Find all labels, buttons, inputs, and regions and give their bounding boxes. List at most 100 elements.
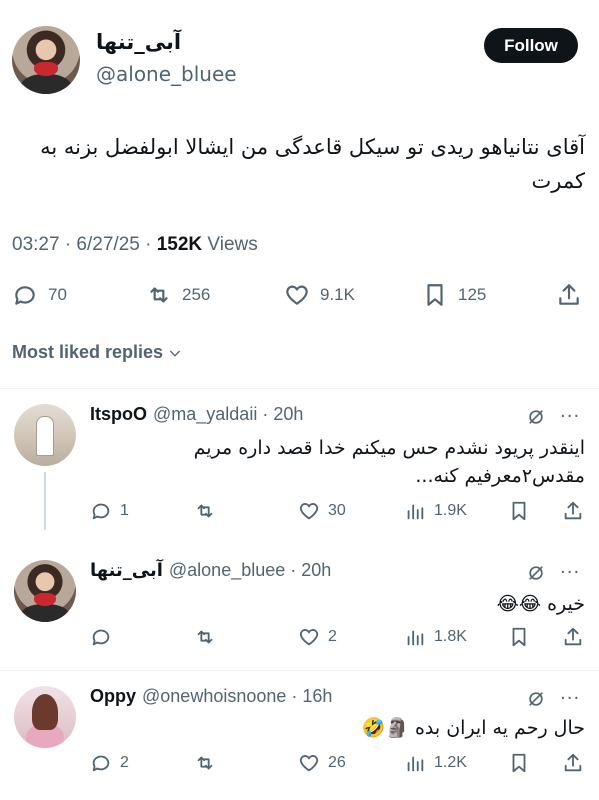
reply-text: حال رحم یه ایران بده 🗿🤣 [361,717,585,739]
retweet-button[interactable]: 256 [146,282,210,308]
heart-icon [299,629,319,646]
share-icon [564,627,582,646]
share-button[interactable] [562,752,584,774]
reply-count: 1 [120,502,129,519]
reply-item[interactable]: Oppy @onewhoisnoone · 16h ··· حال رحم یه… [0,670,599,800]
like-button[interactable]: 26 [298,752,346,774]
share-icon [564,501,582,520]
reply-icon [92,755,110,772]
reply-header: Oppy @onewhoisnoone · 16h [90,686,332,707]
views-chart-icon [407,504,424,520]
retweet-icon [197,504,213,518]
reply-author-name[interactable]: Oppy [90,686,136,707]
tweet-text: آقای نتانیاهو ریدی تو سیکل قاعدگی من ایش… [40,135,585,193]
reply-actions: 2 26 1.2K [0,752,599,782]
like-count: 2 [328,628,337,645]
author-avatar[interactable] [12,26,80,94]
reply-author-handle[interactable]: @onewhoisnoone · 16h [142,686,332,707]
grok-icon[interactable] [526,407,546,427]
reply-button[interactable]: 2 [90,752,129,774]
avatar[interactable] [14,686,76,748]
reply-top-icons: ··· [526,406,580,427]
follow-button[interactable]: Follow [484,28,578,63]
reply-icon [92,503,110,520]
heart-icon [286,285,308,305]
like-button[interactable]: 30 [298,500,346,522]
bookmark-icon [427,284,443,306]
share-icon [559,284,579,305]
retweet-icon [150,287,168,303]
reply-icon [92,629,110,646]
tweet-meta: 03:27 · 6/27/25 · 152K Views [12,234,258,256]
share-button[interactable] [556,282,582,308]
more-icon[interactable]: ··· [560,562,580,583]
like-button[interactable]: 9.1K [284,282,355,308]
more-icon[interactable]: ··· [560,406,580,427]
retweet-count: 256 [182,285,211,304]
author-handle[interactable]: @alone_bluee [96,62,237,86]
reply-header: ItspoO @ma_yaldaii · 20h [90,404,303,425]
avatar[interactable] [14,560,76,622]
reply-author-handle[interactable]: @alone_bluee · 20h [169,560,331,581]
reply-button[interactable] [90,626,112,648]
bookmark-count: 125 [458,285,487,304]
bookmark-button[interactable] [508,752,530,774]
reply-count: 2 [120,754,129,771]
share-button[interactable] [562,500,584,522]
grok-icon[interactable] [526,689,546,709]
views-button[interactable]: 1.2K [404,752,467,774]
views-label: Views [202,234,258,255]
reply-count: 70 [48,285,67,304]
share-icon [564,753,582,772]
chevron-down-icon [169,350,181,357]
share-button[interactable] [562,626,584,648]
tweet-actions: 70 256 9.1K 125 [0,278,599,314]
views-count: 152K [156,234,203,255]
views-count: 1.8K [434,628,467,645]
reply-actions: 2 1.8K [0,626,599,656]
bookmark-button[interactable] [508,626,530,648]
views-button[interactable]: 1.9K [404,500,467,522]
retweet-icon [197,756,213,770]
reply-top-icons: ··· [526,688,580,709]
bookmark-icon [512,627,526,647]
reply-header: آبی_تنها @alone_bluee · 20h [90,560,331,581]
retweet-button[interactable] [194,626,216,648]
reply-author-handle[interactable]: @ma_yaldaii · 20h [153,404,303,425]
bookmark-button[interactable] [508,500,530,522]
views-count: 1.9K [434,502,467,519]
reply-author-name[interactable]: آبی_تنها [90,560,163,581]
more-icon[interactable]: ··· [560,688,580,709]
replies-sort-dropdown[interactable]: Most liked replies [12,342,183,363]
reply-actions: 1 30 1.9K [0,500,599,530]
bookmark-icon [512,501,526,521]
reply-icon [15,286,35,305]
heart-icon [299,755,319,772]
like-count: 26 [328,754,346,771]
bookmark-icon [512,753,526,773]
views-count: 1.2K [434,754,467,771]
reply-item[interactable]: آبی_تنها @alone_bluee · 20h ··· خیره 😂😂 … [0,540,599,666]
views-button[interactable]: 1.8K [404,626,467,648]
like-button[interactable]: 2 [298,626,337,648]
heart-icon [299,503,319,520]
retweet-icon [197,630,213,644]
author-display-name[interactable]: آبی_تنها [96,30,181,54]
tweet-timestamp[interactable]: 03:27 · 6/27/25 · [12,234,157,255]
like-count: 9.1K [320,285,355,304]
retweet-button[interactable] [194,500,216,522]
retweet-button[interactable] [194,752,216,774]
avatar[interactable] [14,404,76,466]
reply-button[interactable]: 70 [12,282,67,308]
reply-top-icons: ··· [526,562,580,583]
grok-icon[interactable] [526,563,546,583]
reply-text: اینقدر پریود نشدم حس میکنم خدا قصد داره … [193,437,585,487]
reply-button[interactable]: 1 [90,500,129,522]
like-count: 30 [328,502,346,519]
views-chart-icon [407,630,424,646]
reply-author-name[interactable]: ItspoO [90,404,147,425]
reply-text: خیره 😂😂 [496,593,585,615]
reply-item[interactable]: ItspoO @ma_yaldaii · 20h ··· اینقدر پریو… [0,388,599,530]
bookmark-button[interactable]: 125 [422,282,486,308]
views-chart-icon [407,756,424,772]
